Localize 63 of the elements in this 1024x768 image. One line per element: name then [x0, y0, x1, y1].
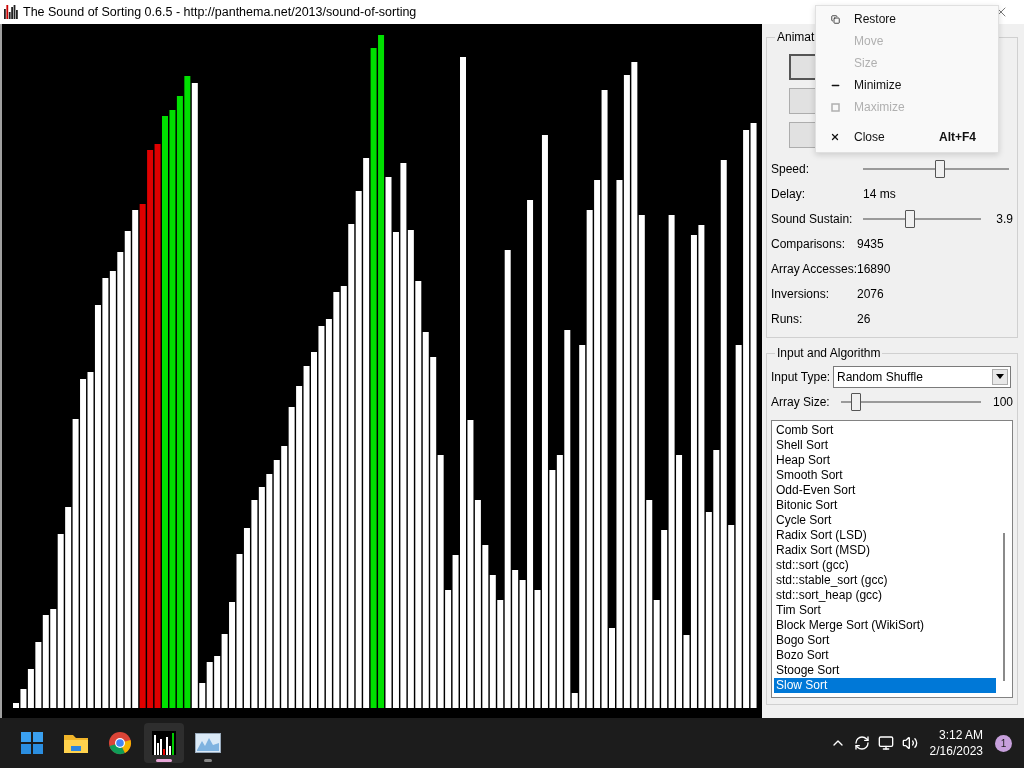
field-label: Sound Sustain: — [771, 211, 854, 226]
algorithm-item[interactable]: Shell Sort — [774, 438, 996, 453]
group-title: Input and Algorithm — [776, 346, 882, 360]
field-label: Speed: — [771, 161, 811, 176]
stat-label: Array Accesses: — [771, 261, 857, 276]
algorithm-item[interactable]: Radix Sort (MSD) — [774, 543, 996, 558]
folder-icon — [63, 732, 89, 754]
stat-label: Inversions: — [771, 286, 831, 301]
algorithm-item[interactable]: Bogo Sort — [774, 633, 996, 648]
stat-value: 16890 — [857, 261, 891, 276]
algorithm-item[interactable]: Odd-Even Sort — [774, 483, 996, 498]
algorithm-item[interactable]: std::sort_heap (gcc) — [774, 588, 996, 603]
field-value: 14 ms — [863, 186, 896, 201]
slider-reading: 100 — [991, 394, 1013, 409]
group-title: Animat — [776, 30, 816, 44]
algorithm-item[interactable]: Bozo Sort — [774, 648, 996, 663]
slider-thumb[interactable] — [851, 392, 862, 411]
window-title: The Sound of Sorting 0.6.5 - http://panthema.net/2013/sound-of-sorting — [23, 5, 417, 19]
app-icon — [4, 5, 18, 19]
network-icon[interactable] — [877, 735, 894, 751]
taskbar-button[interactable] — [144, 723, 184, 763]
stat-label: Runs: — [771, 311, 804, 326]
algorithm-item[interactable]: Cycle Sort — [774, 513, 996, 528]
stat-value: 26 — [857, 311, 871, 326]
maximize-icon — [830, 102, 840, 112]
algorithm-item[interactable]: Heap Sort — [774, 453, 996, 468]
close-icon — [830, 132, 840, 142]
field-label: Array Size: — [771, 394, 831, 409]
algorithm-item[interactable]: Comb Sort — [774, 423, 996, 438]
algorithm-item[interactable]: Radix Sort (LSD) — [774, 528, 996, 543]
browser-icon — [108, 731, 132, 755]
clock[interactable]: 3:12 AM 2/16/2023 — [929, 727, 983, 759]
clock-time: 3:12 AM — [938, 727, 983, 743]
algorithm-item[interactable]: std::sort (gcc) — [774, 558, 996, 573]
slider-thumb[interactable] — [935, 159, 946, 178]
sync-icon[interactable] — [853, 735, 870, 751]
clock-date: 2/16/2023 — [929, 743, 983, 759]
field-label: Input Type: — [771, 369, 832, 384]
menu-item[interactable]: Restore — [816, 8, 998, 30]
algorithm-item[interactable]: Tim Sort — [774, 603, 996, 618]
input-type-dropdown[interactable]: Random Shuffle — [833, 365, 1011, 388]
volume-icon[interactable] — [901, 735, 918, 751]
menu-item[interactable]: Minimize — [816, 74, 998, 96]
scrollbar-thumb[interactable] — [1003, 533, 1005, 681]
algorithm-item[interactable]: Smooth Sort — [774, 468, 996, 483]
algorithm-item[interactable]: Bitonic Sort — [774, 498, 996, 513]
menu-item[interactable]: Close Alt+F4 — [816, 126, 998, 148]
algorithm-item[interactable]: std::stable_sort (gcc) — [774, 573, 996, 588]
restore-icon — [830, 14, 840, 24]
slider-reading: 3.9 — [995, 211, 1013, 226]
stat-label: Comparisons: — [771, 236, 847, 251]
stat-value: 2076 — [857, 286, 884, 301]
windows-start-icon — [21, 732, 43, 754]
stat-value: 9435 — [857, 236, 884, 251]
field-label: Delay: — [771, 186, 806, 201]
bar-chart-icon — [152, 731, 176, 755]
algorithm-item[interactable]: Block Merge Sort (WikiSort) — [774, 618, 996, 633]
notification-badge[interactable]: 1 — [995, 734, 1012, 752]
slider-thumb[interactable] — [905, 209, 916, 228]
performance-chart-icon — [195, 733, 221, 753]
dropdown-arrow-icon — [996, 374, 1004, 379]
algorithm-item[interactable]: Stooge Sort — [774, 663, 996, 678]
algorithm-item[interactable]: Slow Sort — [774, 678, 996, 693]
